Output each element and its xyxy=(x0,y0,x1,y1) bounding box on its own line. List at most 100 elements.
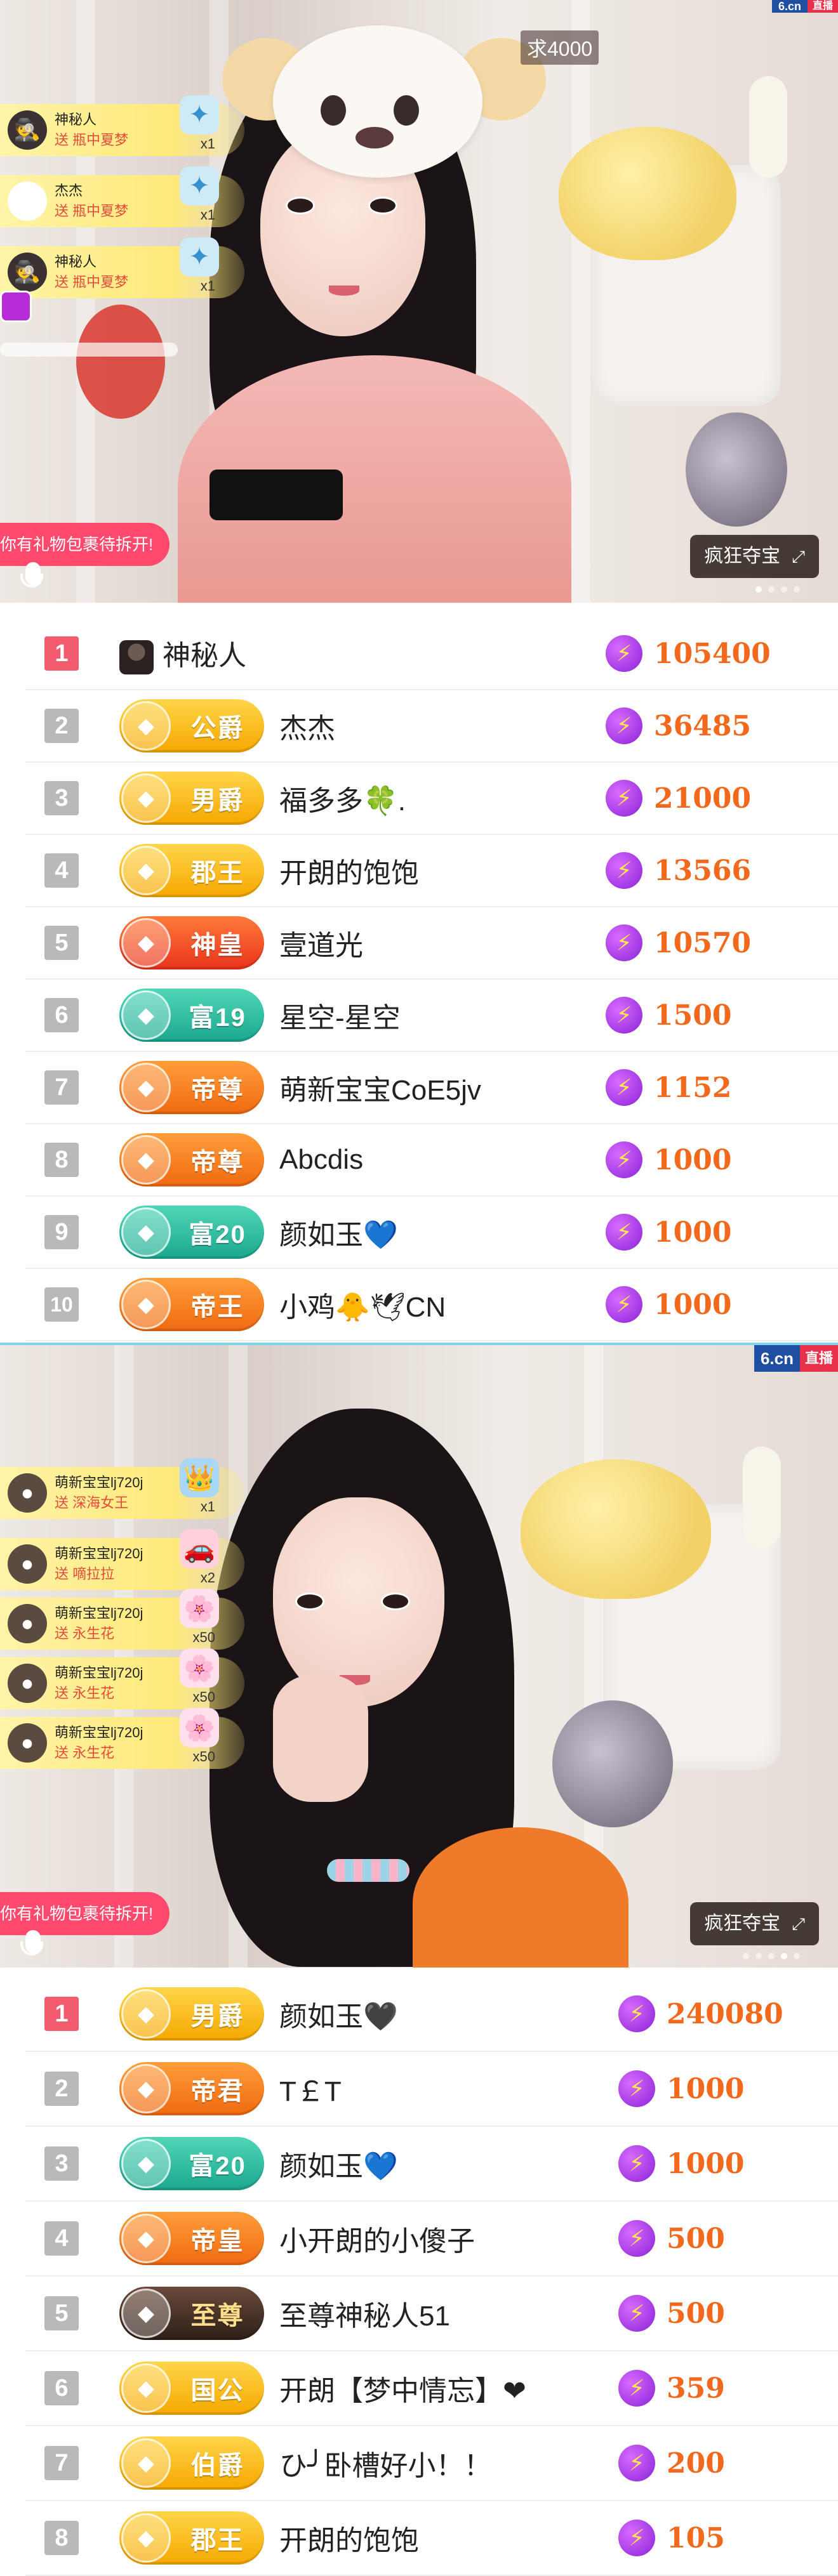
vip-level-badge[interactable]: ◆ 男爵 xyxy=(119,772,264,825)
gift-feed: ● 萌新宝宝lj720j 送 深海女王 👑 x1 ● 萌新宝宝lj720j 送 … xyxy=(0,1458,244,1777)
ranking-row[interactable]: 9 ◆ 富20 颜如玉💙 ⚡ 1000 xyxy=(25,1197,838,1269)
ranking-row[interactable]: 5 ◆ 至尊 至尊神秘人51 ⚡ 500 xyxy=(25,2277,838,2351)
ranking-row[interactable]: 2 ◆ 公爵 杰杰 ⚡ 36485 xyxy=(25,690,838,763)
user-nickname[interactable]: 开朗的饱饱 xyxy=(279,850,419,891)
vip-level-badge[interactable]: ◆ 郡王 xyxy=(119,2511,264,2565)
user-nickname[interactable]: 星空-星空 xyxy=(279,995,401,1035)
user-nickname-text: 开朗的饱饱 xyxy=(279,2525,419,2556)
expand-icon[interactable]: ⤢ xyxy=(792,1914,805,1933)
ranking-row[interactable]: 5 ◆ 神皇 壹道光 ⚡ 10570 xyxy=(25,907,838,980)
contribution-score: ⚡ 1000 xyxy=(606,1214,731,1251)
gift-count: x1 xyxy=(200,1499,215,1515)
ranking-row[interactable]: 7 ◆ 帝尊 萌新宝宝CoE5jv ⚡ 1152 xyxy=(25,1052,838,1124)
user-nickname[interactable]: 小开朗的小傻子 xyxy=(279,2218,475,2259)
contribution-score: ⚡ 500 xyxy=(618,2295,725,2332)
badge-title: 帝王 xyxy=(190,1293,244,1321)
vip-level-badge[interactable]: ◆ 帝王 xyxy=(119,1278,264,1331)
vip-level-badge[interactable]: ◆ 至尊 xyxy=(119,2287,264,2340)
user-nickname[interactable]: 萌新宝宝CoE5jv xyxy=(279,1067,481,1108)
badge-emblem-icon: ◆ xyxy=(121,2363,171,2413)
user-nickname[interactable]: 福多多🍀. xyxy=(279,778,406,818)
ranking-row[interactable]: 8 ◆ 郡王 开朗的饱饱 ⚡ 105 xyxy=(25,2501,838,2576)
badge-title: 富20 xyxy=(189,2152,246,2180)
microphone-icon[interactable] xyxy=(20,562,43,588)
vip-level-badge[interactable]: ◆ 富20 xyxy=(119,1206,264,1259)
gift-package-banner[interactable]: 你有礼物包裹待拆开! xyxy=(0,523,170,566)
activity-widget-icon[interactable] xyxy=(0,291,32,322)
gift-notification: ● 萌新宝宝lj720j 送 嘀拉拉 🚗 x2 xyxy=(0,1529,244,1590)
ranking-row[interactable]: 3 ◆ 男爵 福多多🍀. ⚡ 21000 xyxy=(25,763,838,835)
ranking-row[interactable]: 7 ◆ 伯爵 ひ╯卧槽好小！！ ⚡ 200 xyxy=(25,2426,838,2501)
gift-notification: ● 萌新宝宝lj720j 送 永生花 🌸 x50 xyxy=(0,1589,244,1650)
user-nickname[interactable]: 神秘人 xyxy=(119,633,246,675)
score-value: 10570 xyxy=(654,926,752,959)
vip-level-badge[interactable]: ◆ 帝尊 xyxy=(119,1133,264,1186)
ranking-row[interactable]: 8 ◆ 帝尊 Abcdis ⚡ 1000 xyxy=(25,1124,838,1197)
badge-emblem-icon: ◆ xyxy=(121,2214,171,2263)
user-nickname[interactable]: 壹道光 xyxy=(279,923,363,963)
site-logo[interactable]: 6.cn xyxy=(771,0,808,13)
gift-package-banner[interactable]: 你有礼物包裹待拆开! xyxy=(0,1892,170,1935)
expand-icon[interactable]: ⤢ xyxy=(792,547,805,566)
vip-level-badge[interactable]: ◆ 郡王 xyxy=(119,844,264,897)
ranking-row[interactable]: 3 ◆ 富20 颜如玉💙 ⚡ 1000 xyxy=(25,2127,838,2202)
vip-level-badge[interactable]: ◆ 伯爵 xyxy=(119,2436,264,2490)
badge-title: 帝尊 xyxy=(190,1148,244,1176)
ranking-row[interactable]: 4 ◆ 帝皇 小开朗的小傻子 ⚡ 500 xyxy=(25,2202,838,2277)
vip-level-badge[interactable]: ◆ 帝尊 xyxy=(119,1061,264,1114)
live-stream-view-2[interactable]: 6.cn 直播 ● 萌新宝宝lj720j 送 深海女王 👑 x1 ● 萌新宝宝l… xyxy=(0,1343,838,1968)
user-nickname[interactable]: 颜如玉🖤 xyxy=(279,1994,398,2034)
score-value: 500 xyxy=(667,2297,725,2330)
carousel-dots[interactable] xyxy=(743,1953,800,1959)
badge-emblem-icon: ◆ xyxy=(121,846,171,895)
microphone-icon[interactable] xyxy=(20,1930,43,1955)
carousel-dots[interactable] xyxy=(755,586,800,593)
crazy-treasure-button[interactable]: 疯狂夺宝 ⤢ xyxy=(690,535,819,578)
user-nickname[interactable]: 小鸡🐥🕊CN xyxy=(279,1284,446,1325)
user-nickname[interactable]: 开朗【梦中情忘】❤ xyxy=(279,2368,526,2408)
user-nickname[interactable]: ひ╯卧槽好小！！ xyxy=(279,2443,492,2483)
lightning-coin-icon: ⚡ xyxy=(618,2145,655,2182)
vip-level-badge[interactable]: ◆ 富20 xyxy=(119,2137,264,2190)
ranking-row[interactable]: 6 ◆ 富19 星空-星空 ⚡ 1500 xyxy=(25,980,838,1052)
user-nickname[interactable]: T￡T xyxy=(279,2068,342,2109)
ranking-row[interactable]: 1 ◆ 男爵 颜如玉🖤 ⚡ 240080 xyxy=(25,1977,838,2052)
gift-send-label: 送 xyxy=(55,1566,69,1582)
vip-level-badge[interactable]: ◆ 富19 xyxy=(119,989,264,1042)
site-brand[interactable]: 6.cn 直播 xyxy=(771,0,838,13)
vip-level-badge[interactable]: ◆ 神皇 xyxy=(119,916,264,969)
score-value: 105 xyxy=(667,2521,725,2554)
rank-number: 10 xyxy=(44,1287,79,1322)
user-nickname[interactable]: 开朗的饱饱 xyxy=(279,2518,419,2558)
vip-level-badge[interactable]: ◆ 公爵 xyxy=(119,699,264,752)
user-nickname-text: Abcdis xyxy=(279,1144,364,1175)
site-logo[interactable]: 6.cn xyxy=(754,1345,800,1372)
user-nickname-text: 星空-星空 xyxy=(279,1002,401,1034)
user-nickname[interactable]: 颜如玉💙 xyxy=(279,1212,398,1252)
vip-level-badge[interactable]: ◆ 帝君 xyxy=(119,2062,264,2115)
user-nickname[interactable]: 杰杰 xyxy=(279,706,335,746)
contribution-score: ⚡ 240080 xyxy=(618,1995,783,2032)
ranking-row[interactable]: 4 ◆ 郡王 开朗的饱饱 ⚡ 13566 xyxy=(25,835,838,907)
badge-emblem-icon: ◆ xyxy=(121,2438,171,2488)
score-value: 105400 xyxy=(654,637,771,670)
ranking-row[interactable]: 6 ◆ 国公 开朗【梦中情忘】❤ ⚡ 359 xyxy=(25,2351,838,2426)
user-nickname-text: 至尊神秘人51 xyxy=(279,2301,450,2332)
live-stream-view-1[interactable]: 6.cn 直播 求4000 🕵 神秘人 送 瓶中夏梦 ✦ x1 😊 杰杰 送 瓶… xyxy=(0,0,838,603)
bottle-gift-icon: ✦ xyxy=(180,166,219,206)
gift-count: x2 xyxy=(200,1570,215,1586)
user-nickname[interactable]: 颜如玉💙 xyxy=(279,2143,398,2184)
vip-level-badge[interactable]: ◆ 国公 xyxy=(119,2362,264,2415)
gift-count: x50 xyxy=(192,1629,215,1645)
user-nickname[interactable]: 至尊神秘人51 xyxy=(279,2293,450,2334)
ranking-row[interactable]: 2 ◆ 帝君 T￡T ⚡ 1000 xyxy=(25,2052,838,2127)
vip-level-badge[interactable]: ◆ 男爵 xyxy=(119,1987,264,2040)
ranking-row[interactable]: 1 神秘人 ⚡ 105400 xyxy=(25,618,838,690)
gift-feed: 🕵 神秘人 送 瓶中夏梦 ✦ x1 😊 杰杰 送 瓶中夏梦 ✦ x1 🕵 神秘人… xyxy=(0,95,244,317)
crazy-treasure-button[interactable]: 疯狂夺宝 ⤢ xyxy=(690,1902,819,1945)
red-face-avatar-icon: 😊 xyxy=(8,181,47,221)
ranking-row[interactable]: 10 ◆ 帝王 小鸡🐥🕊CN ⚡ 1000 xyxy=(25,1269,838,1341)
site-brand[interactable]: 6.cn 直播 xyxy=(754,1345,838,1372)
vip-level-badge[interactable]: ◆ 帝皇 xyxy=(119,2212,264,2265)
user-nickname[interactable]: Abcdis xyxy=(279,1144,363,1176)
